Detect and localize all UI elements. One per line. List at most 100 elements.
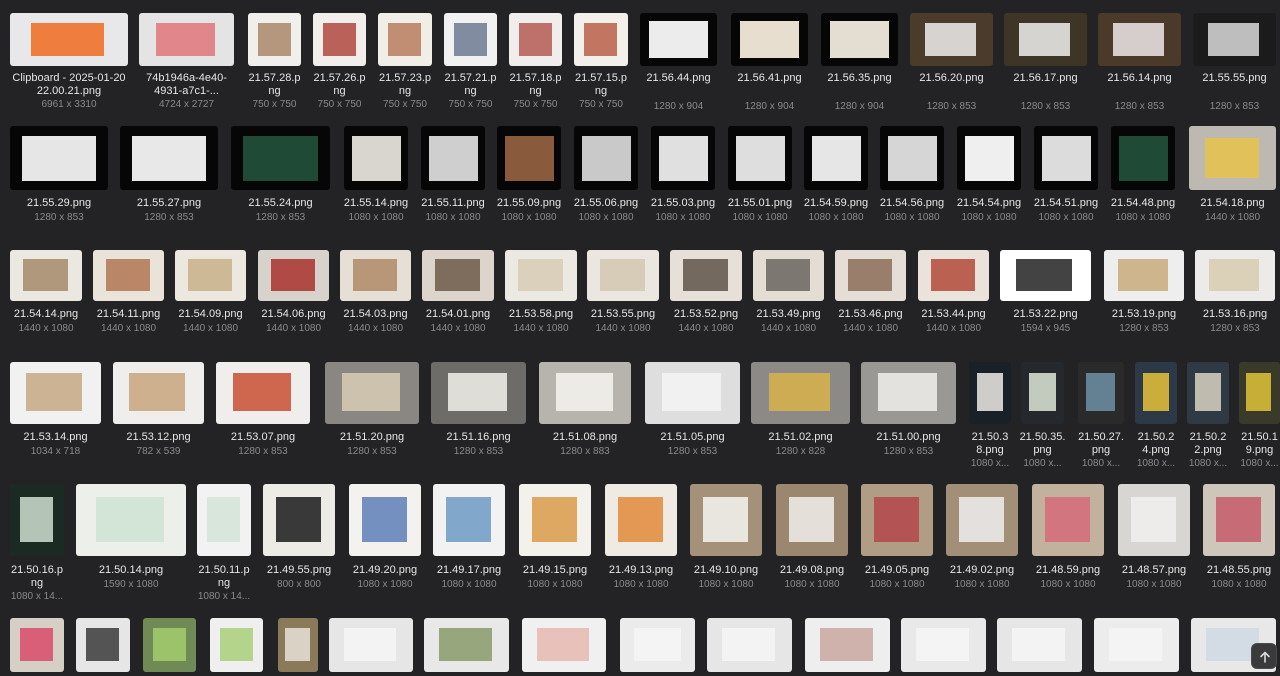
file-thumbnail[interactable] bbox=[1032, 484, 1104, 556]
file-item[interactable] bbox=[620, 0, 695, 672]
file-thumbnail[interactable] bbox=[349, 484, 421, 556]
file-thumbnail[interactable] bbox=[505, 250, 577, 301]
file-thumbnail[interactable] bbox=[10, 13, 128, 66]
file-thumbnail[interactable] bbox=[216, 362, 310, 424]
file-thumbnail[interactable] bbox=[804, 126, 868, 190]
file-thumbnail[interactable] bbox=[325, 362, 419, 424]
file-thumbnail[interactable] bbox=[139, 13, 234, 66]
file-thumbnail[interactable] bbox=[10, 126, 108, 190]
file-item[interactable] bbox=[424, 0, 509, 672]
file-item[interactable] bbox=[278, 0, 318, 672]
file-thumbnail[interactable] bbox=[248, 13, 301, 66]
file-item[interactable] bbox=[210, 0, 263, 672]
file-thumbnail[interactable] bbox=[1098, 13, 1181, 66]
file-thumbnail[interactable] bbox=[431, 362, 526, 424]
file-thumbnail[interactable] bbox=[969, 362, 1011, 424]
file-item[interactable] bbox=[143, 0, 196, 672]
file-thumbnail[interactable] bbox=[1094, 618, 1179, 672]
file-thumbnail[interactable] bbox=[861, 484, 933, 556]
file-thumbnail[interactable] bbox=[113, 362, 204, 424]
file-thumbnail[interactable] bbox=[1203, 484, 1275, 556]
file-thumbnail[interactable] bbox=[539, 362, 631, 424]
file-item[interactable] bbox=[522, 0, 606, 672]
file-thumbnail[interactable] bbox=[1195, 250, 1275, 301]
file-thumbnail[interactable] bbox=[1078, 362, 1124, 424]
file-thumbnail[interactable] bbox=[263, 484, 335, 556]
file-thumbnail[interactable] bbox=[690, 484, 762, 556]
file-thumbnail[interactable] bbox=[10, 484, 64, 556]
file-thumbnail[interactable] bbox=[143, 618, 196, 672]
file-thumbnail[interactable] bbox=[197, 484, 251, 556]
file-thumbnail[interactable] bbox=[421, 126, 485, 190]
file-item[interactable] bbox=[901, 0, 986, 672]
file-thumbnail[interactable] bbox=[776, 484, 848, 556]
file-thumbnail[interactable] bbox=[707, 618, 792, 672]
file-item[interactable] bbox=[329, 0, 413, 672]
file-thumbnail[interactable] bbox=[861, 362, 956, 424]
file-thumbnail[interactable] bbox=[1004, 13, 1087, 66]
file-thumbnail[interactable] bbox=[918, 250, 989, 301]
file-thumbnail[interactable] bbox=[258, 250, 329, 301]
file-thumbnail[interactable] bbox=[313, 13, 366, 66]
file-thumbnail[interactable] bbox=[76, 618, 130, 672]
file-thumbnail[interactable] bbox=[574, 126, 638, 190]
file-thumbnail[interactable] bbox=[76, 484, 186, 556]
file-thumbnail[interactable] bbox=[946, 484, 1018, 556]
file-thumbnail[interactable] bbox=[10, 250, 82, 301]
file-item[interactable] bbox=[10, 0, 64, 672]
file-thumbnail[interactable] bbox=[731, 13, 808, 66]
file-thumbnail[interactable] bbox=[329, 618, 413, 672]
file-thumbnail[interactable] bbox=[1034, 126, 1098, 190]
file-thumbnail[interactable] bbox=[422, 250, 494, 301]
file-item[interactable] bbox=[707, 0, 792, 672]
file-thumbnail[interactable] bbox=[175, 250, 246, 301]
file-thumbnail[interactable] bbox=[1104, 250, 1184, 301]
file-thumbnail[interactable] bbox=[805, 618, 890, 672]
file-thumbnail[interactable] bbox=[753, 250, 824, 301]
file-thumbnail[interactable] bbox=[670, 250, 742, 301]
file-thumbnail[interactable] bbox=[120, 126, 218, 190]
file-thumbnail[interactable] bbox=[433, 484, 505, 556]
file-thumbnail[interactable] bbox=[522, 618, 606, 672]
file-thumbnail[interactable] bbox=[910, 13, 993, 66]
file-thumbnail[interactable] bbox=[620, 618, 695, 672]
file-thumbnail[interactable] bbox=[997, 618, 1082, 672]
file-thumbnail[interactable] bbox=[651, 126, 715, 190]
file-thumbnail[interactable] bbox=[519, 484, 591, 556]
file-thumbnail[interactable] bbox=[340, 250, 411, 301]
file-thumbnail[interactable] bbox=[751, 362, 850, 424]
file-thumbnail[interactable] bbox=[278, 618, 318, 672]
file-thumbnail[interactable] bbox=[1189, 126, 1276, 190]
file-thumbnail[interactable] bbox=[1239, 362, 1280, 424]
file-thumbnail[interactable] bbox=[497, 126, 561, 190]
file-thumbnail[interactable] bbox=[378, 13, 432, 66]
file-thumbnail[interactable] bbox=[640, 13, 717, 66]
file-thumbnail[interactable] bbox=[1111, 126, 1175, 190]
scroll-to-top-button[interactable] bbox=[1251, 643, 1277, 669]
file-thumbnail[interactable] bbox=[10, 618, 64, 672]
file-thumbnail[interactable] bbox=[587, 250, 659, 301]
file-thumbnail[interactable] bbox=[574, 13, 628, 66]
file-thumbnail[interactable] bbox=[1118, 484, 1190, 556]
file-thumbnail[interactable] bbox=[210, 618, 263, 672]
file-item[interactable] bbox=[1191, 0, 1276, 672]
file-thumbnail[interactable] bbox=[231, 126, 330, 190]
file-item[interactable] bbox=[805, 0, 890, 672]
file-thumbnail[interactable] bbox=[645, 362, 740, 424]
file-thumbnail[interactable] bbox=[444, 13, 497, 66]
file-thumbnail[interactable] bbox=[901, 618, 986, 672]
file-thumbnail[interactable] bbox=[93, 250, 164, 301]
file-thumbnail[interactable] bbox=[1187, 362, 1229, 424]
file-thumbnail[interactable] bbox=[1193, 13, 1276, 66]
file-thumbnail[interactable] bbox=[10, 362, 101, 424]
file-thumbnail[interactable] bbox=[728, 126, 792, 190]
file-thumbnail[interactable] bbox=[1021, 362, 1064, 424]
file-thumbnail[interactable] bbox=[605, 484, 677, 556]
file-thumbnail[interactable] bbox=[821, 13, 898, 66]
file-thumbnail[interactable] bbox=[880, 126, 944, 190]
file-thumbnail[interactable] bbox=[344, 126, 408, 190]
file-thumbnail[interactable] bbox=[1135, 362, 1177, 424]
file-thumbnail[interactable] bbox=[1000, 250, 1091, 301]
file-item[interactable] bbox=[997, 0, 1082, 672]
file-item[interactable] bbox=[1094, 0, 1179, 672]
